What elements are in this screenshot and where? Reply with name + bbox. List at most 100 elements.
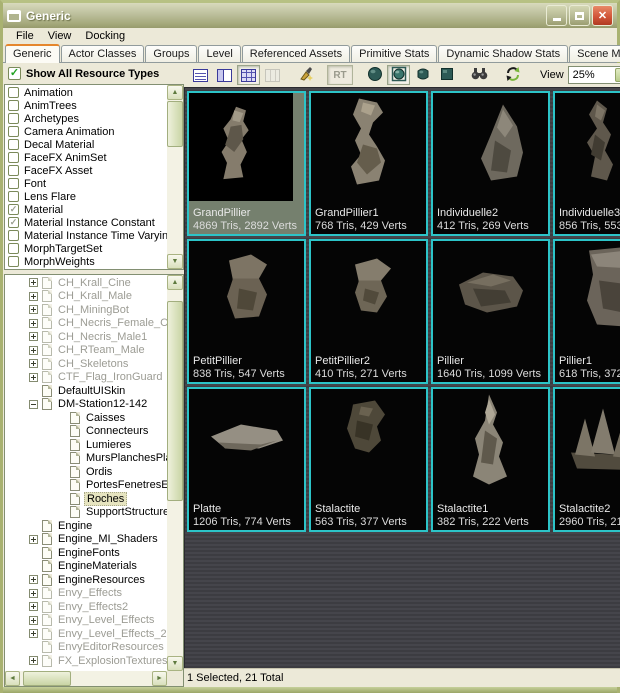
primitive-cube-button[interactable] — [387, 65, 410, 85]
expand-plus-icon[interactable] — [29, 292, 38, 301]
expand-plus-icon[interactable] — [29, 602, 38, 611]
tree-item-ch_necris_male1[interactable]: CH_Necris_Male1 — [5, 330, 167, 344]
resource-type-row[interactable]: ✓Animation — [5, 86, 167, 99]
tab-primitive-stats[interactable]: Primitive Stats — [351, 45, 437, 62]
asset-tile-platte[interactable]: Platte1206 Tris, 774 Verts — [187, 387, 306, 532]
tree-item-engineresources[interactable]: EngineResources — [5, 573, 167, 587]
tree-item-fx_explosiontextures[interactable]: FX_ExplosionTextures — [5, 654, 167, 668]
resource-type-row[interactable]: ✓AnimTrees — [5, 99, 167, 112]
view-zoom-dropdown[interactable]: 25% ▼ — [568, 66, 620, 84]
scroll-up-icon[interactable]: ▲ — [167, 275, 183, 290]
expand-plus-icon[interactable] — [29, 346, 38, 355]
expand-plus-icon[interactable] — [29, 535, 38, 544]
resource-checkbox[interactable]: ✓ — [8, 87, 19, 98]
scroll-right-icon[interactable]: ► — [152, 671, 167, 686]
asset-tile-individuelle3[interactable]: Individuelle3856 Tris, 553 Verts — [553, 91, 620, 236]
expand-plus-icon[interactable] — [29, 656, 38, 665]
asset-tile-stalactite[interactable]: Stalactite563 Tris, 377 Verts — [309, 387, 428, 532]
thumbnail-view-button[interactable] — [237, 65, 260, 85]
scrollbar-thumb[interactable] — [167, 301, 183, 501]
minimize-button[interactable] — [546, 5, 567, 26]
expand-plus-icon[interactable] — [29, 359, 38, 368]
tree-item-ch_skeletons[interactable]: CH_Skeletons — [5, 357, 167, 371]
asset-tile-stalactite2[interactable]: Stalactite22960 Tris, 2130 Verts — [553, 387, 620, 532]
title-bar[interactable]: Generic ✕ — [3, 3, 617, 28]
resource-checkbox[interactable]: ✓ — [8, 178, 19, 189]
refresh-button[interactable] — [501, 65, 524, 85]
split-view-button[interactable] — [213, 65, 236, 85]
resource-checkbox[interactable]: ✓ — [8, 165, 19, 176]
asset-tile-pillier1[interactable]: Pillier1618 Tris, 372 Verts — [553, 239, 620, 384]
menu-file[interactable]: File — [9, 29, 41, 44]
resource-type-row[interactable]: ✓Archetypes — [5, 112, 167, 125]
resource-checkbox[interactable]: ✓ — [8, 230, 19, 241]
scrollbar-thumb[interactable] — [23, 671, 71, 686]
tree-item-ch_miningbot[interactable]: CH_MiningBot — [5, 303, 167, 317]
resource-type-row[interactable]: ✓MorphTargetSet — [5, 242, 167, 255]
resource-type-row[interactable]: ✓Material — [5, 203, 167, 216]
resource-checkbox[interactable]: ✓ — [8, 100, 19, 111]
tree-item-envy_effects2[interactable]: Envy_Effects2 — [5, 600, 167, 614]
asset-tile-stalactite1[interactable]: Stalactite1382 Tris, 222 Verts — [431, 387, 550, 532]
close-button[interactable]: ✕ — [592, 5, 613, 26]
expand-plus-icon[interactable] — [29, 616, 38, 625]
primitive-plane-button[interactable] — [435, 65, 458, 85]
show-all-checkbox[interactable]: ✓ — [8, 67, 21, 80]
resource-checkbox[interactable]: ✓ — [8, 191, 19, 202]
resource-type-row[interactable]: ✓FaceFX AnimSet — [5, 151, 167, 164]
resource-checkbox[interactable]: ✓ — [8, 204, 19, 215]
tree-item-ordis[interactable]: Ordis — [5, 465, 167, 479]
resource-checkbox[interactable]: ✓ — [8, 269, 19, 270]
usage-brush-button[interactable] — [294, 65, 317, 85]
tree-item-envyeditorresources[interactable]: EnvyEditorResources — [5, 641, 167, 655]
tab-actor-classes[interactable]: Actor Classes — [61, 45, 145, 62]
tab-referenced-assets[interactable]: Referenced Assets — [242, 45, 350, 62]
tab-generic[interactable]: Generic — [5, 44, 60, 63]
tree-item-engine_mi_shaders[interactable]: Engine_MI_Shaders — [5, 533, 167, 547]
tree-item-connecteurs[interactable]: Connecteurs — [5, 425, 167, 439]
tree-horizontal-scrollbar[interactable]: ◄ ► — [5, 671, 167, 686]
resource-checkbox[interactable]: ✓ — [8, 256, 19, 267]
menu-docking[interactable]: Docking — [78, 29, 132, 44]
resource-type-row[interactable]: ✓Lens Flare — [5, 190, 167, 203]
scroll-down-icon[interactable]: ▼ — [167, 656, 183, 671]
tree-item-ch_rteam_male[interactable]: CH_RTeam_Male — [5, 344, 167, 358]
tree-item-enginefonts[interactable]: EngineFonts — [5, 546, 167, 560]
tab-dynamic-shadow-stats[interactable]: Dynamic Shadow Stats — [438, 45, 568, 62]
resource-type-row[interactable]: ✓FaceFX Asset — [5, 164, 167, 177]
tree-item-ctf_flag_ironguard[interactable]: CTF_Flag_IronGuard — [5, 371, 167, 385]
list-view-button[interactable] — [189, 65, 212, 85]
resource-type-row[interactable]: ✓Decal Material — [5, 138, 167, 151]
tab-scene-manager[interactable]: Scene Manager — [569, 45, 620, 62]
expand-plus-icon[interactable] — [29, 332, 38, 341]
tree-item-envy_effects[interactable]: Envy_Effects — [5, 587, 167, 601]
resource-checkbox[interactable]: ✓ — [8, 152, 19, 163]
menu-view[interactable]: View — [41, 29, 79, 44]
expand-plus-icon[interactable] — [29, 629, 38, 638]
resource-type-row[interactable]: ✓MorphWeights — [5, 255, 167, 268]
resource-checkbox[interactable]: ✓ — [8, 113, 19, 124]
scroll-up-icon[interactable]: ▲ — [167, 85, 183, 100]
resource-type-row[interactable]: ✓Material Instance Time Varying — [5, 229, 167, 242]
primitive-cylinder-button[interactable] — [411, 65, 434, 85]
expand-plus-icon[interactable] — [29, 373, 38, 382]
resource-type-row[interactable]: ✓Particle System — [5, 268, 167, 270]
resource-type-row[interactable]: ✓Material Instance Constant — [5, 216, 167, 229]
asset-tile-petitpillier2[interactable]: PetitPillier2410 Tris, 271 Verts — [309, 239, 428, 384]
resource-type-row[interactable]: ✓Font — [5, 177, 167, 190]
asset-tile-grandpillier[interactable]: GrandPillier4869 Tris, 2892 Verts — [187, 91, 306, 236]
tree-item-mursplanchesplafond[interactable]: MursPlanchesPlafond — [5, 452, 167, 466]
tree-item-envy_level_effects[interactable]: Envy_Level_Effects — [5, 614, 167, 628]
collapse-minus-icon[interactable] — [29, 400, 38, 409]
tree-vertical-scrollbar[interactable]: ▲ ▼ — [167, 275, 183, 671]
maximize-button[interactable] — [569, 5, 590, 26]
tree-item-supportstructures[interactable]: SupportStructures — [5, 506, 167, 520]
search-binoculars-button[interactable] — [468, 65, 491, 85]
resource-list-scrollbar[interactable]: ▲ ▼ — [167, 85, 183, 269]
tree-item-defaultuiskin[interactable]: DefaultUISkin — [5, 384, 167, 398]
tree-item-dm-station12-142[interactable]: DM-Station12-142 — [5, 398, 167, 412]
tree-item-lumieres[interactable]: Lumieres — [5, 438, 167, 452]
asset-tile-petitpillier[interactable]: PetitPillier838 Tris, 547 Verts — [187, 239, 306, 384]
asset-tile-pillier[interactable]: Pillier1640 Tris, 1099 Verts — [431, 239, 550, 384]
scroll-left-icon[interactable]: ◄ — [5, 671, 20, 686]
